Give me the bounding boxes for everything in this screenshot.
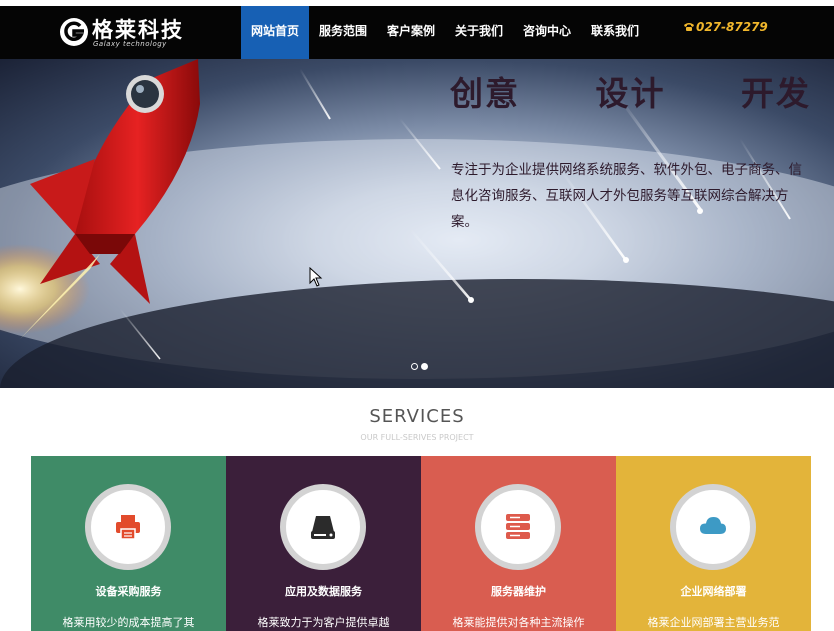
slider-dot-2[interactable] (421, 363, 428, 370)
card-text: 格莱致力于为客户提供卓越 (257, 616, 390, 629)
phone-icon (684, 23, 694, 31)
service-card-network[interactable]: 企业网络部署 格莱企业网部署主营业务范 (616, 456, 811, 631)
service-card-equipment[interactable]: 设备采购服务 格莱用较少的成本提高了其 (31, 456, 226, 631)
nav-item-services[interactable]: 服务范围 (309, 6, 377, 59)
card-title: 设备采购服务 (95, 585, 162, 598)
services-header: SERVICES OUR FULL-SERIVES PROJECT (0, 406, 834, 442)
hero-headline: 创意 设计 开发 (450, 74, 811, 113)
nav-item-cases[interactable]: 客户案例 (377, 6, 445, 59)
slider-dots (411, 355, 431, 374)
card-icon-circle (280, 484, 366, 570)
service-card-server[interactable]: 服务器维护 格莱能提供对各种主流操作 (421, 456, 616, 631)
slider-dot-1[interactable] (411, 363, 418, 370)
service-card-data[interactable]: 应用及数据服务 格莱致力于为客户提供卓越 (226, 456, 421, 631)
service-cards: 设备采购服务 格莱用较少的成本提高了其 应用及数据服务 格莱致力于为客户提供卓越 (31, 456, 811, 631)
card-icon-circle (85, 484, 171, 570)
logo[interactable]: 格莱科技 Galaxy technology (58, 14, 188, 54)
card-text: 格莱企业网部署主营业务范 (647, 616, 780, 629)
logo-icon (60, 18, 88, 46)
printer-icon (116, 515, 140, 540)
navbar: 格莱科技 Galaxy technology 网站首页 服务范围 客户案例 关于… (0, 6, 834, 59)
hard-drive-icon (311, 516, 335, 539)
hero-description: 专注于为企业提供网络系统服务、软件外包、电子商务、信息化咨询服务、互联网人才外包… (451, 162, 802, 230)
card-icon-circle (670, 484, 756, 570)
nav-item-home[interactable]: 网站首页 (241, 6, 309, 59)
mouse-cursor-icon (309, 267, 323, 287)
phone-number: 027-87279 (683, 20, 768, 34)
card-icon-circle (475, 484, 561, 570)
services-subtitle: OUR FULL-SERIVES PROJECT (360, 433, 474, 442)
card-title: 服务器维护 (491, 585, 546, 598)
server-icon (506, 514, 530, 539)
hero-banner: 创意 设计 开发 专注于为企业提供网络系统服务、软件外包、电子商务、信息化咨询服… (0, 59, 834, 388)
cloud-icon (700, 517, 726, 534)
nav-item-consult[interactable]: 咨询中心 (513, 6, 581, 59)
card-title: 应用及数据服务 (285, 585, 362, 598)
card-title: 企业网络部署 (680, 585, 747, 598)
card-text: 格莱用较少的成本提高了其 (62, 616, 195, 629)
phone-text: 027-87279 (696, 20, 768, 34)
nav-item-about[interactable]: 关于我们 (445, 6, 513, 59)
services-title: SERVICES (369, 406, 465, 427)
brand-subtitle: Galaxy technology (93, 40, 167, 48)
card-text: 格莱能提供对各种主流操作 (452, 616, 585, 629)
nav-item-contact[interactable]: 联系我们 (581, 6, 649, 59)
